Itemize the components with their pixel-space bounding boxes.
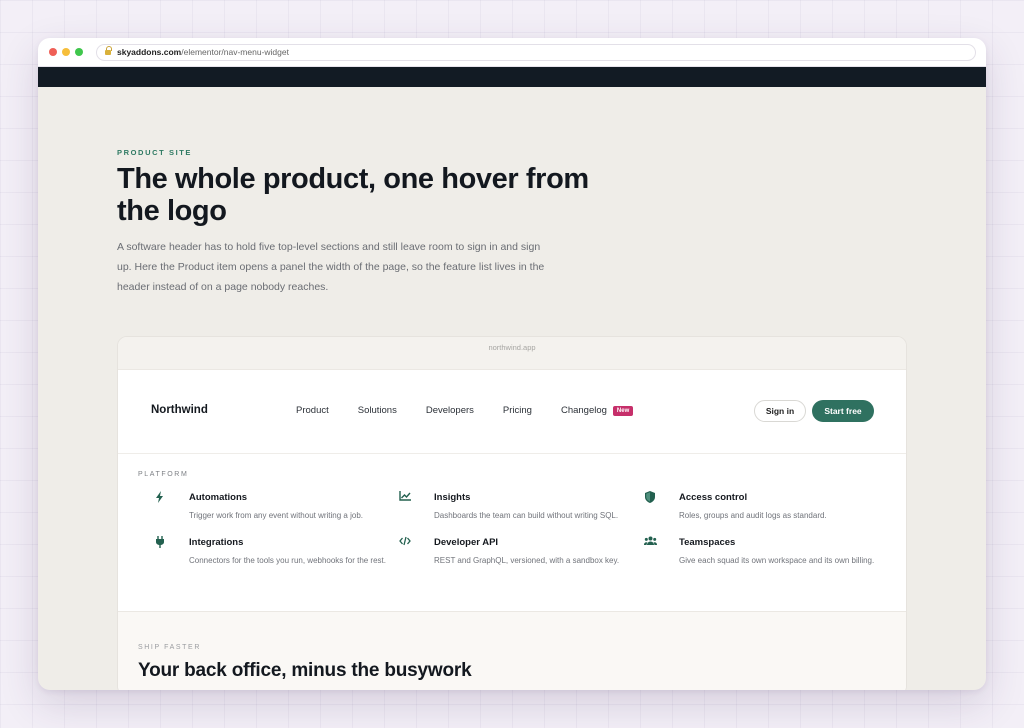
- feature-description: Give each squad its own workspace and it…: [679, 556, 875, 565]
- plug-icon: [154, 536, 166, 548]
- product-mega-menu-panel: PLATFORM Automations Trigger work from a…: [118, 454, 906, 612]
- feature-description: REST and GraphQL, versioned, with a sand…: [434, 556, 620, 565]
- shield-icon: [644, 491, 656, 503]
- feature-description: Trigger work from any event without writ…: [189, 511, 363, 520]
- url-path: /elementor/nav-menu-widget: [181, 47, 289, 57]
- feature-description: Connectors for the tools you run, webhoo…: [189, 556, 386, 565]
- menu-item-label: Changelog: [560, 405, 607, 416]
- menu-item-label: Solutions: [357, 405, 397, 416]
- lock-icon: [105, 46, 112, 55]
- demo-domain: northwind.app: [118, 337, 906, 370]
- code-icon: [399, 536, 411, 548]
- maximize-window-button[interactable]: [75, 48, 83, 56]
- ship-faster-section: SHIP FASTER Your back office, minus the …: [118, 612, 906, 690]
- hero-lede: A software header has to hold five top-l…: [117, 241, 545, 293]
- ship-eyebrow: SHIP FASTER: [138, 644, 201, 651]
- hero-section: PRODUCT SITE The whole product, one hove…: [117, 148, 637, 297]
- feature-title: Teamspaces: [679, 537, 736, 548]
- feature-title: Access control: [679, 492, 748, 503]
- menu-item-label: Developers: [425, 405, 474, 416]
- address-bar[interactable]: skyaddons.com/elementor/nav-menu-widget: [96, 44, 976, 61]
- chart-icon: [399, 491, 411, 503]
- feature-title: Integrations: [189, 537, 244, 548]
- site-top-bar: [38, 67, 986, 87]
- ship-title: Your back office, minus the busywork: [138, 660, 472, 681]
- menu-item-pricing[interactable]: Pricing: [503, 403, 532, 419]
- url-domain: skyaddons.com: [117, 47, 182, 57]
- browser-toolbar: skyaddons.com/elementor/nav-menu-widget: [38, 38, 986, 67]
- northwind-logo[interactable]: Northwind: [151, 404, 208, 416]
- feature-title: Developer API: [434, 537, 499, 548]
- minimize-window-button[interactable]: [62, 48, 70, 56]
- start-free-button[interactable]: Start free: [812, 400, 874, 422]
- menu-item-solutions[interactable]: Solutions: [358, 403, 397, 419]
- users-icon: [644, 536, 657, 548]
- menu-item-label: Product: [296, 405, 329, 416]
- feature-description: Roles, groups and audit logs as standard…: [679, 511, 827, 520]
- hero-eyebrow: PRODUCT SITE: [117, 148, 193, 157]
- sign-in-button[interactable]: Sign in: [754, 400, 806, 422]
- browser-window: skyaddons.com/elementor/nav-menu-widget …: [38, 38, 986, 690]
- panel-eyebrow: PLATFORM: [138, 471, 189, 478]
- new-badge: New: [612, 406, 634, 416]
- hero-headline: The whole product, one hover from the lo…: [117, 163, 589, 227]
- menu-item-developers[interactable]: Developers: [426, 403, 474, 419]
- feature-title: Insights: [434, 492, 471, 503]
- menu-item-label: Pricing: [502, 405, 532, 416]
- menu-item-product[interactable]: Product: [296, 403, 329, 419]
- demo-main-menu: Product Solutions Developers Pricing Cha…: [296, 403, 662, 419]
- bolt-icon: [154, 491, 166, 503]
- demo-preview-frame: northwind.app Northwind Product Solution…: [117, 336, 907, 690]
- feature-description: Dashboards the team can build without wr…: [434, 511, 619, 520]
- feature-title: Automations: [189, 492, 248, 503]
- close-window-button[interactable]: [49, 48, 57, 56]
- demo-navbar: Northwind Product Solutions Developers P…: [118, 370, 906, 454]
- menu-item-changelog[interactable]: Changelog New: [560, 403, 634, 419]
